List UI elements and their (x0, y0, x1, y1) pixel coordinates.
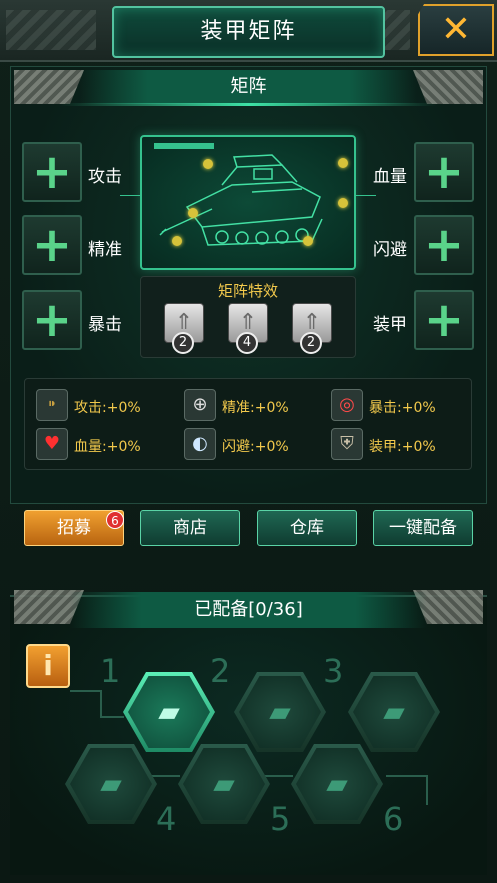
slot-number: 2 (210, 652, 231, 690)
stat-accuracy: 精准:+0% (222, 400, 289, 416)
stats-box (24, 378, 472, 470)
shop-button[interactable]: 商店 (140, 510, 240, 546)
connector-dot (188, 208, 198, 218)
circuit-line (100, 690, 102, 716)
warehouse-button[interactable]: 仓库 (257, 510, 357, 546)
slot-armor[interactable]: + (414, 290, 474, 350)
connector-dot (203, 159, 213, 169)
connector-line (354, 195, 376, 196)
slot-attack[interactable]: + (22, 142, 82, 202)
tank-silhouette-icon: ▰ (70, 748, 152, 820)
armor-icon: ⛨ (331, 428, 363, 460)
circuit-line (265, 775, 293, 777)
slot-number: 1 (100, 652, 121, 690)
slot-label-attack: 攻击 (88, 167, 122, 187)
recruit-badge: 6 (106, 511, 124, 529)
circuit-line (426, 775, 428, 805)
slot-number: 5 (270, 800, 291, 838)
tank-silhouette-icon: ▰ (239, 676, 321, 748)
heart-icon: ♥ (36, 428, 68, 460)
slot-label-accuracy: 精准 (88, 240, 122, 260)
tank-icon (159, 154, 323, 246)
bullet-icon: ⁍ (36, 389, 68, 421)
target-icon: ◎ (331, 389, 363, 421)
stat-crit: 暴击:+0% (369, 400, 436, 416)
plus-icon: + (423, 292, 465, 348)
matrix-effect-title: 矩阵特效 (217, 282, 278, 300)
equipped-title: 已配备[0/36] (194, 599, 303, 620)
circuit-line (70, 690, 100, 692)
slot-number: 6 (383, 800, 404, 838)
slot-number: 3 (323, 652, 344, 690)
close-button[interactable]: ✕ (418, 4, 494, 56)
stat-armor: 装甲:+0% (369, 439, 436, 455)
circuit-line (386, 775, 426, 777)
chip-count: 4 (236, 332, 258, 354)
connector-dot (172, 236, 182, 246)
slot-label-crit: 暴击 (88, 315, 122, 335)
connector-dot (303, 236, 313, 246)
tank-silhouette-icon: ▰ (128, 676, 210, 748)
plus-icon: + (31, 144, 73, 200)
chip-count: 2 (300, 332, 322, 354)
plus-icon: + (423, 144, 465, 200)
tank-hologram (140, 135, 356, 270)
crosshair-icon: ⊕ (184, 389, 216, 421)
tank-silhouette-icon: ▰ (183, 748, 265, 820)
slot-number: 4 (156, 800, 177, 838)
plus-icon: + (31, 217, 73, 273)
circuit-line (100, 716, 124, 718)
connector-line (120, 195, 142, 196)
circuit-line (150, 775, 180, 777)
slot-label-dodge: 闪避 (373, 240, 407, 260)
stat-dodge: 闪避:+0% (222, 439, 289, 455)
dodge-icon: ◐ (184, 428, 216, 460)
info-icon[interactable]: i (26, 644, 70, 688)
connector-dot (338, 158, 348, 168)
slot-label-armor: 装甲 (373, 315, 407, 335)
slot-crit[interactable]: + (22, 290, 82, 350)
header-deco-left (6, 10, 96, 50)
tank-silhouette-icon: ▰ (353, 676, 435, 748)
plus-icon: + (31, 292, 73, 348)
stat-attack: 攻击:+0% (74, 400, 141, 416)
matrix-section-title: 矩阵 (80, 70, 417, 104)
chip-count: 2 (172, 332, 194, 354)
auto-equip-button[interactable]: 一键配备 (373, 510, 473, 546)
stat-hp: 血量:+0% (74, 439, 141, 455)
slot-dodge[interactable]: + (414, 215, 474, 275)
slot-accuracy[interactable]: + (22, 215, 82, 275)
slot-label-hp: 血量 (373, 167, 407, 187)
page-title: 装甲矩阵 (200, 19, 297, 44)
tank-silhouette-icon: ▰ (296, 748, 378, 820)
section-glow (60, 103, 437, 106)
plus-icon: + (423, 217, 465, 273)
close-icon: ✕ (440, 9, 472, 50)
connector-dot (338, 198, 348, 208)
slot-hp[interactable]: + (414, 142, 474, 202)
